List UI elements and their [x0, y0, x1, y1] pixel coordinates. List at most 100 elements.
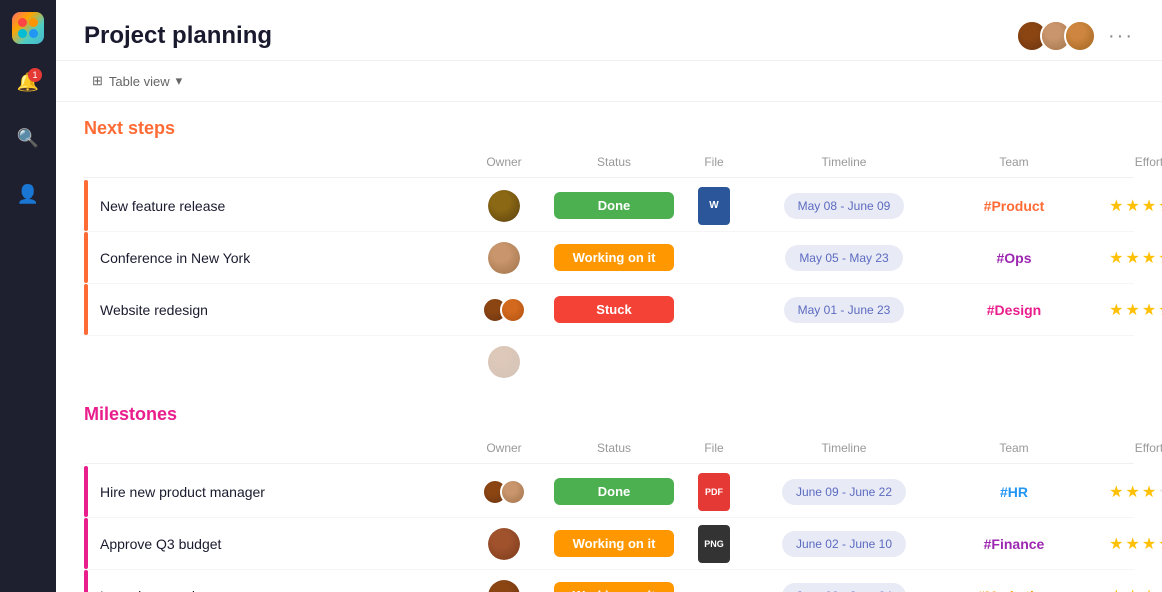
effort-cell: ★ ★ ★ ★ ★ [1084, 586, 1162, 592]
effort-cell: ★ ★ ★ ★ ★ [1084, 482, 1162, 502]
owner-avatars [482, 479, 526, 505]
status-cell: Done [544, 478, 684, 505]
star-2: ★ [1125, 482, 1139, 502]
table-row: New feature release Done W May 08 - June… [84, 180, 1134, 232]
star-1: ★ [1109, 248, 1123, 268]
row-name: New feature release [84, 198, 464, 214]
row-name: Launch campaign [84, 588, 464, 592]
sidebar: 🔔 1 🔍 👤 [0, 0, 56, 592]
owner-avatar [488, 242, 520, 274]
star-4: ★ [1158, 248, 1162, 268]
file-cell: W [684, 187, 744, 225]
sidebar-item-people[interactable]: 👤 [10, 176, 46, 212]
file-cell: PNG [684, 525, 744, 563]
chevron-down-icon: ▾ [176, 73, 183, 89]
star-3: ★ [1142, 300, 1156, 320]
timeline-cell: May 08 - June 09 [744, 193, 944, 219]
owner-avatar-b [500, 297, 526, 323]
owner-avatar-b [500, 479, 526, 505]
main-content: Project planning ··· ⊞ Table view ▾ Next… [56, 0, 1162, 592]
col-header-team: Team [944, 151, 1084, 173]
team-tag: #Ops [996, 250, 1031, 266]
timeline-badge: May 08 - June 09 [784, 193, 905, 219]
team-cell: #Product [944, 198, 1084, 214]
owner-cell [464, 580, 544, 592]
milestones-table-header: Owner Status File Timeline Team Effort [84, 433, 1134, 464]
star-4: ★ [1158, 534, 1162, 554]
team-cell: #Design [944, 302, 1084, 318]
star-4: ★ [1158, 196, 1162, 216]
status-badge: Working on it [554, 244, 674, 271]
status-cell: Done [544, 192, 684, 219]
col-header-file: File [684, 151, 744, 173]
row-name: Website redesign [84, 302, 464, 318]
row-name: Hire new product manager [84, 484, 464, 500]
team-cell: #Ops [944, 250, 1084, 266]
team-tag: #Marketing [977, 588, 1051, 592]
row-name: Conference in New York [84, 250, 464, 266]
star-3: ★ [1142, 248, 1156, 268]
status-cell: Working on it [544, 582, 684, 592]
more-options-button[interactable]: ··· [1108, 25, 1134, 48]
content-area: Next steps Owner Status File Timeline Te… [56, 102, 1162, 592]
file-word-icon: W [698, 187, 730, 225]
owner-cell [464, 297, 544, 323]
sidebar-item-search[interactable]: 🔍 [10, 120, 46, 156]
file-pdf-icon: PDF [698, 473, 730, 511]
star-3: ★ [1142, 196, 1156, 216]
col-header-timeline: Timeline [744, 437, 944, 459]
page-header: Project planning ··· [56, 0, 1162, 61]
table-view-button[interactable]: ⊞ Table view ▾ [84, 69, 190, 93]
star-2: ★ [1125, 196, 1139, 216]
star-3: ★ [1142, 482, 1156, 502]
collaborators-avatars [1016, 20, 1096, 52]
team-cell: #Marketing [944, 588, 1084, 592]
table-icon: ⊞ [92, 73, 103, 89]
next-steps-table-header: Owner Status File Timeline Team Effort [84, 147, 1134, 178]
status-cell: Working on it [544, 244, 684, 271]
star-4: ★ [1158, 482, 1162, 502]
col-header-owner: Owner [464, 437, 544, 459]
timeline-badge: June 02 - June 24 [782, 583, 906, 592]
avatar-3 [1064, 20, 1096, 52]
star-4: ★ [1158, 300, 1162, 320]
team-tag: #HR [1000, 484, 1028, 500]
status-badge: Done [554, 478, 674, 505]
team-cell: #HR [944, 484, 1084, 500]
star-2: ★ [1125, 534, 1139, 554]
team-tag: #Finance [984, 536, 1045, 552]
status-badge: Working on it [554, 530, 674, 557]
timeline-cell: May 01 - June 23 [744, 297, 944, 323]
effort-cell: ★ ★ ★ ★ ★ [1084, 300, 1162, 320]
status-cell: Stuck [544, 296, 684, 323]
page-title: Project planning [84, 22, 272, 50]
col-header-effort: Effort [1084, 151, 1162, 173]
star-3: ★ [1142, 586, 1156, 592]
sidebar-item-notifications[interactable]: 🔔 1 [10, 64, 46, 100]
team-tag: #Design [987, 302, 1041, 318]
row-name: Approve Q3 budget [84, 536, 464, 552]
col-header-team: Team [944, 437, 1084, 459]
star-1: ★ [1109, 534, 1123, 554]
status-badge: Done [554, 192, 674, 219]
owner-cell [464, 242, 544, 274]
col-header-name [84, 151, 464, 173]
ghost-row [84, 336, 1134, 388]
timeline-cell: June 09 - June 22 [744, 479, 944, 505]
timeline-badge: June 02 - June 10 [782, 531, 906, 557]
status-badge: Stuck [554, 296, 674, 323]
team-tag: #Product [984, 198, 1045, 214]
star-1: ★ [1109, 482, 1123, 502]
table-row: Website redesign Stuck May 01 - June 23 … [84, 284, 1134, 336]
col-header-name [84, 437, 464, 459]
owner-avatar [488, 580, 520, 592]
timeline-cell: June 02 - June 24 [744, 583, 944, 592]
status-badge: Working on it [554, 582, 674, 592]
effort-cell: ★ ★ ★ ★ ★ [1084, 196, 1162, 216]
col-header-timeline: Timeline [744, 151, 944, 173]
timeline-cell: June 02 - June 10 [744, 531, 944, 557]
table-view-label: Table view [109, 74, 170, 89]
file-cell: PDF [684, 473, 744, 511]
owner-cell [464, 190, 544, 222]
timeline-badge: June 09 - June 22 [782, 479, 906, 505]
